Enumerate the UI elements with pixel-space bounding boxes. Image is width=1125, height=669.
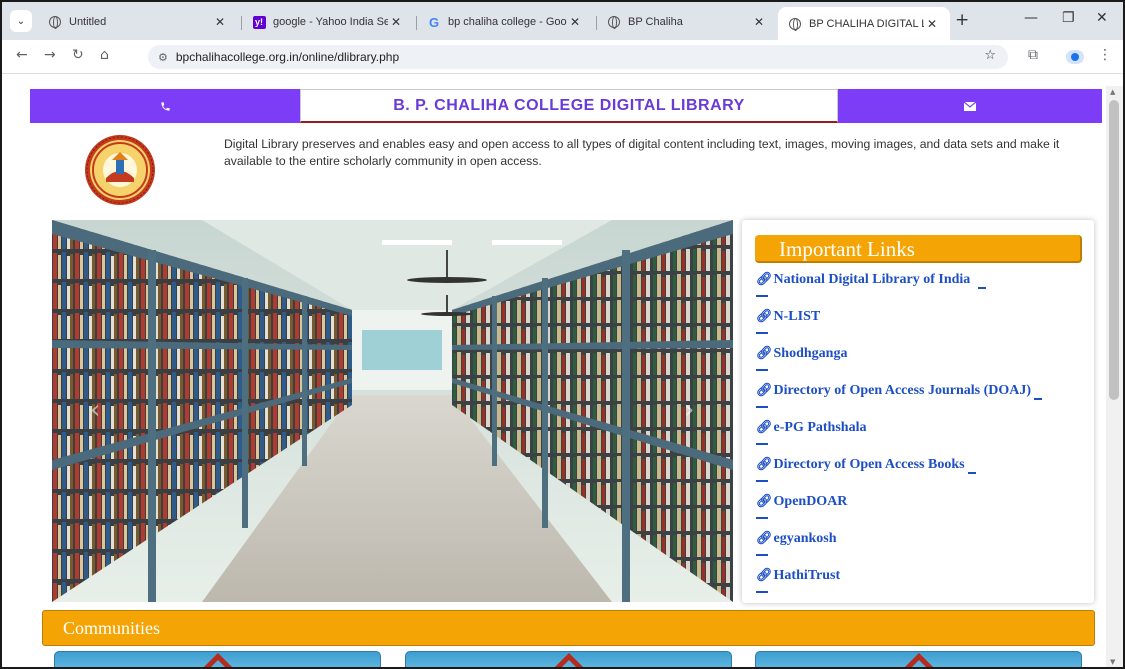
scrollbar-thumb[interactable]	[1109, 100, 1119, 400]
tab-label: BP Chaliha	[628, 16, 683, 28]
home-button[interactable]: ⌂	[100, 47, 109, 63]
google-icon: G	[428, 14, 440, 30]
link-opendoar[interactable]: 🔗︎OpenDOAR	[756, 494, 1042, 531]
back-button[interactable]: ←	[16, 47, 28, 63]
important-links-panel: Important Links 🔗︎National Digital Libra…	[742, 220, 1094, 603]
tab-label: BP CHALIHA DIGITAL LIBRARY	[809, 17, 924, 30]
link-icon: 🔗︎	[756, 420, 773, 435]
community-card[interactable]	[54, 651, 381, 667]
extensions-icon[interactable]: ⧉	[1028, 47, 1038, 63]
close-icon[interactable]: ✕	[924, 17, 940, 31]
globe-icon	[48, 15, 62, 29]
menu-icon[interactable]: ⋮	[1098, 47, 1112, 63]
link-icon: 🔗︎	[756, 272, 773, 287]
mail-button[interactable]	[838, 89, 1102, 123]
globe-icon	[788, 17, 802, 31]
community-card[interactable]	[405, 651, 732, 667]
carousel-prev-button[interactable]: ‹	[90, 395, 100, 425]
link-epg-pathshala[interactable]: 🔗︎e-PG Pathshala	[756, 420, 1042, 457]
bookmark-star-icon[interactable]: ☆	[984, 48, 996, 63]
scroll-up-arrow-icon[interactable]: ▲	[1110, 88, 1115, 96]
link-egyankosh[interactable]: 🔗︎egyankosh	[756, 531, 1042, 568]
address-bar[interactable]: ⚙ bpchalihacollege.org.in/online/dlibrar…	[148, 45, 1008, 69]
library-carousel[interactable]: ‹ ›	[52, 220, 733, 602]
yahoo-icon: y!	[252, 15, 266, 29]
page-title-box: B. P. CHALIHA COLLEGE DIGITAL LIBRARY	[300, 89, 838, 123]
url-text: bpchalihacollege.org.in/online/dlibrary.…	[175, 50, 400, 64]
link-icon: 🔗︎	[756, 494, 773, 509]
link-national-digital-library[interactable]: 🔗︎National Digital Library of India	[756, 272, 1042, 309]
close-icon[interactable]: ✕	[388, 15, 404, 29]
phone-button[interactable]	[30, 89, 300, 123]
page-title: B. P. CHALIHA COLLEGE DIGITAL LIBRARY	[393, 96, 745, 114]
web-page: B. P. CHALIHA COLLEGE DIGITAL LIBRARY Di…	[2, 86, 1106, 667]
important-links-title: Important Links	[755, 235, 1082, 263]
tab-search-button[interactable]: ⌄	[10, 10, 32, 32]
link-n-list[interactable]: 🔗︎N-LIST	[756, 309, 1042, 346]
mail-icon	[964, 101, 976, 111]
link-icon: 🔗︎	[756, 309, 773, 324]
browser-window: ⌄ Untitled ✕ y! google - Yahoo India Sea…	[0, 0, 1125, 669]
forward-button[interactable]: →	[44, 47, 56, 63]
library-aisle-image	[52, 220, 733, 602]
site-info-icon[interactable]: ⚙	[158, 51, 168, 64]
profile-avatar[interactable]	[1066, 50, 1084, 64]
tab-untitled[interactable]: Untitled ✕	[38, 9, 238, 35]
close-window-button[interactable]: ✕	[1096, 10, 1108, 26]
globe-icon	[607, 15, 621, 29]
close-icon[interactable]: ✕	[567, 15, 583, 29]
link-icon: 🔗︎	[756, 457, 773, 472]
important-links-list: 🔗︎National Digital Library of India 🔗︎N-…	[756, 272, 1043, 605]
link-doaj[interactable]: 🔗︎Directory of Open Access Journals (DOA…	[756, 383, 1043, 420]
college-logo	[84, 134, 156, 206]
communities-heading: Communities	[42, 610, 1095, 646]
link-doab[interactable]: 🔗︎Directory of Open Access Books	[756, 457, 1042, 494]
link-shodhganga[interactable]: 🔗︎Shodhganga	[756, 346, 1042, 383]
community-card[interactable]	[755, 651, 1082, 667]
tab-label: Untitled	[69, 16, 107, 28]
tab-digital-library[interactable]: BP CHALIHA DIGITAL LIBRARY ✕	[778, 7, 950, 40]
page-scrollbar[interactable]: ▲ ▼	[1106, 86, 1123, 667]
reload-button[interactable]: ↻	[72, 47, 84, 63]
link-icon: 🔗︎	[756, 346, 773, 361]
phone-icon	[160, 101, 170, 111]
tab-yahoo-search[interactable]: y! google - Yahoo India Search Re ✕	[242, 9, 414, 35]
community-roof-icon	[193, 652, 242, 667]
site-header-bar: B. P. CHALIHA COLLEGE DIGITAL LIBRARY	[30, 89, 1102, 123]
link-icon: 🔗︎	[756, 531, 773, 546]
link-hathitrust[interactable]: 🔗︎HathiTrust	[756, 568, 1042, 605]
tab-google-search[interactable]: G bp chaliha college - Google Se ✕	[417, 9, 593, 35]
close-icon[interactable]: ✕	[212, 15, 228, 29]
community-roof-icon	[894, 652, 943, 667]
new-tab-button[interactable]: +	[955, 10, 969, 30]
close-icon[interactable]: ✕	[751, 15, 767, 29]
minimize-button[interactable]: —	[1024, 10, 1038, 26]
browser-toolbar: ← → ↻ ⌂ ⚙ bpchalihacollege.org.in/online…	[2, 40, 1123, 74]
tab-label: bp chaliha college - Google Se	[448, 16, 567, 28]
intro-text: Digital Library preserves and enables ea…	[224, 137, 1060, 168]
link-icon: 🔗︎	[756, 383, 773, 398]
scroll-down-arrow-icon[interactable]: ▼	[1110, 658, 1115, 666]
restore-button[interactable]: ❐	[1062, 10, 1075, 26]
tab-bp-chaliha[interactable]: BP Chaliha ✕	[597, 9, 777, 35]
tab-label: google - Yahoo India Search Re	[273, 16, 388, 28]
link-icon: 🔗︎	[756, 568, 773, 583]
community-roof-icon	[544, 652, 593, 667]
carousel-next-button[interactable]: ›	[684, 395, 694, 425]
tab-strip: ⌄ Untitled ✕ y! google - Yahoo India Sea…	[2, 2, 1123, 40]
